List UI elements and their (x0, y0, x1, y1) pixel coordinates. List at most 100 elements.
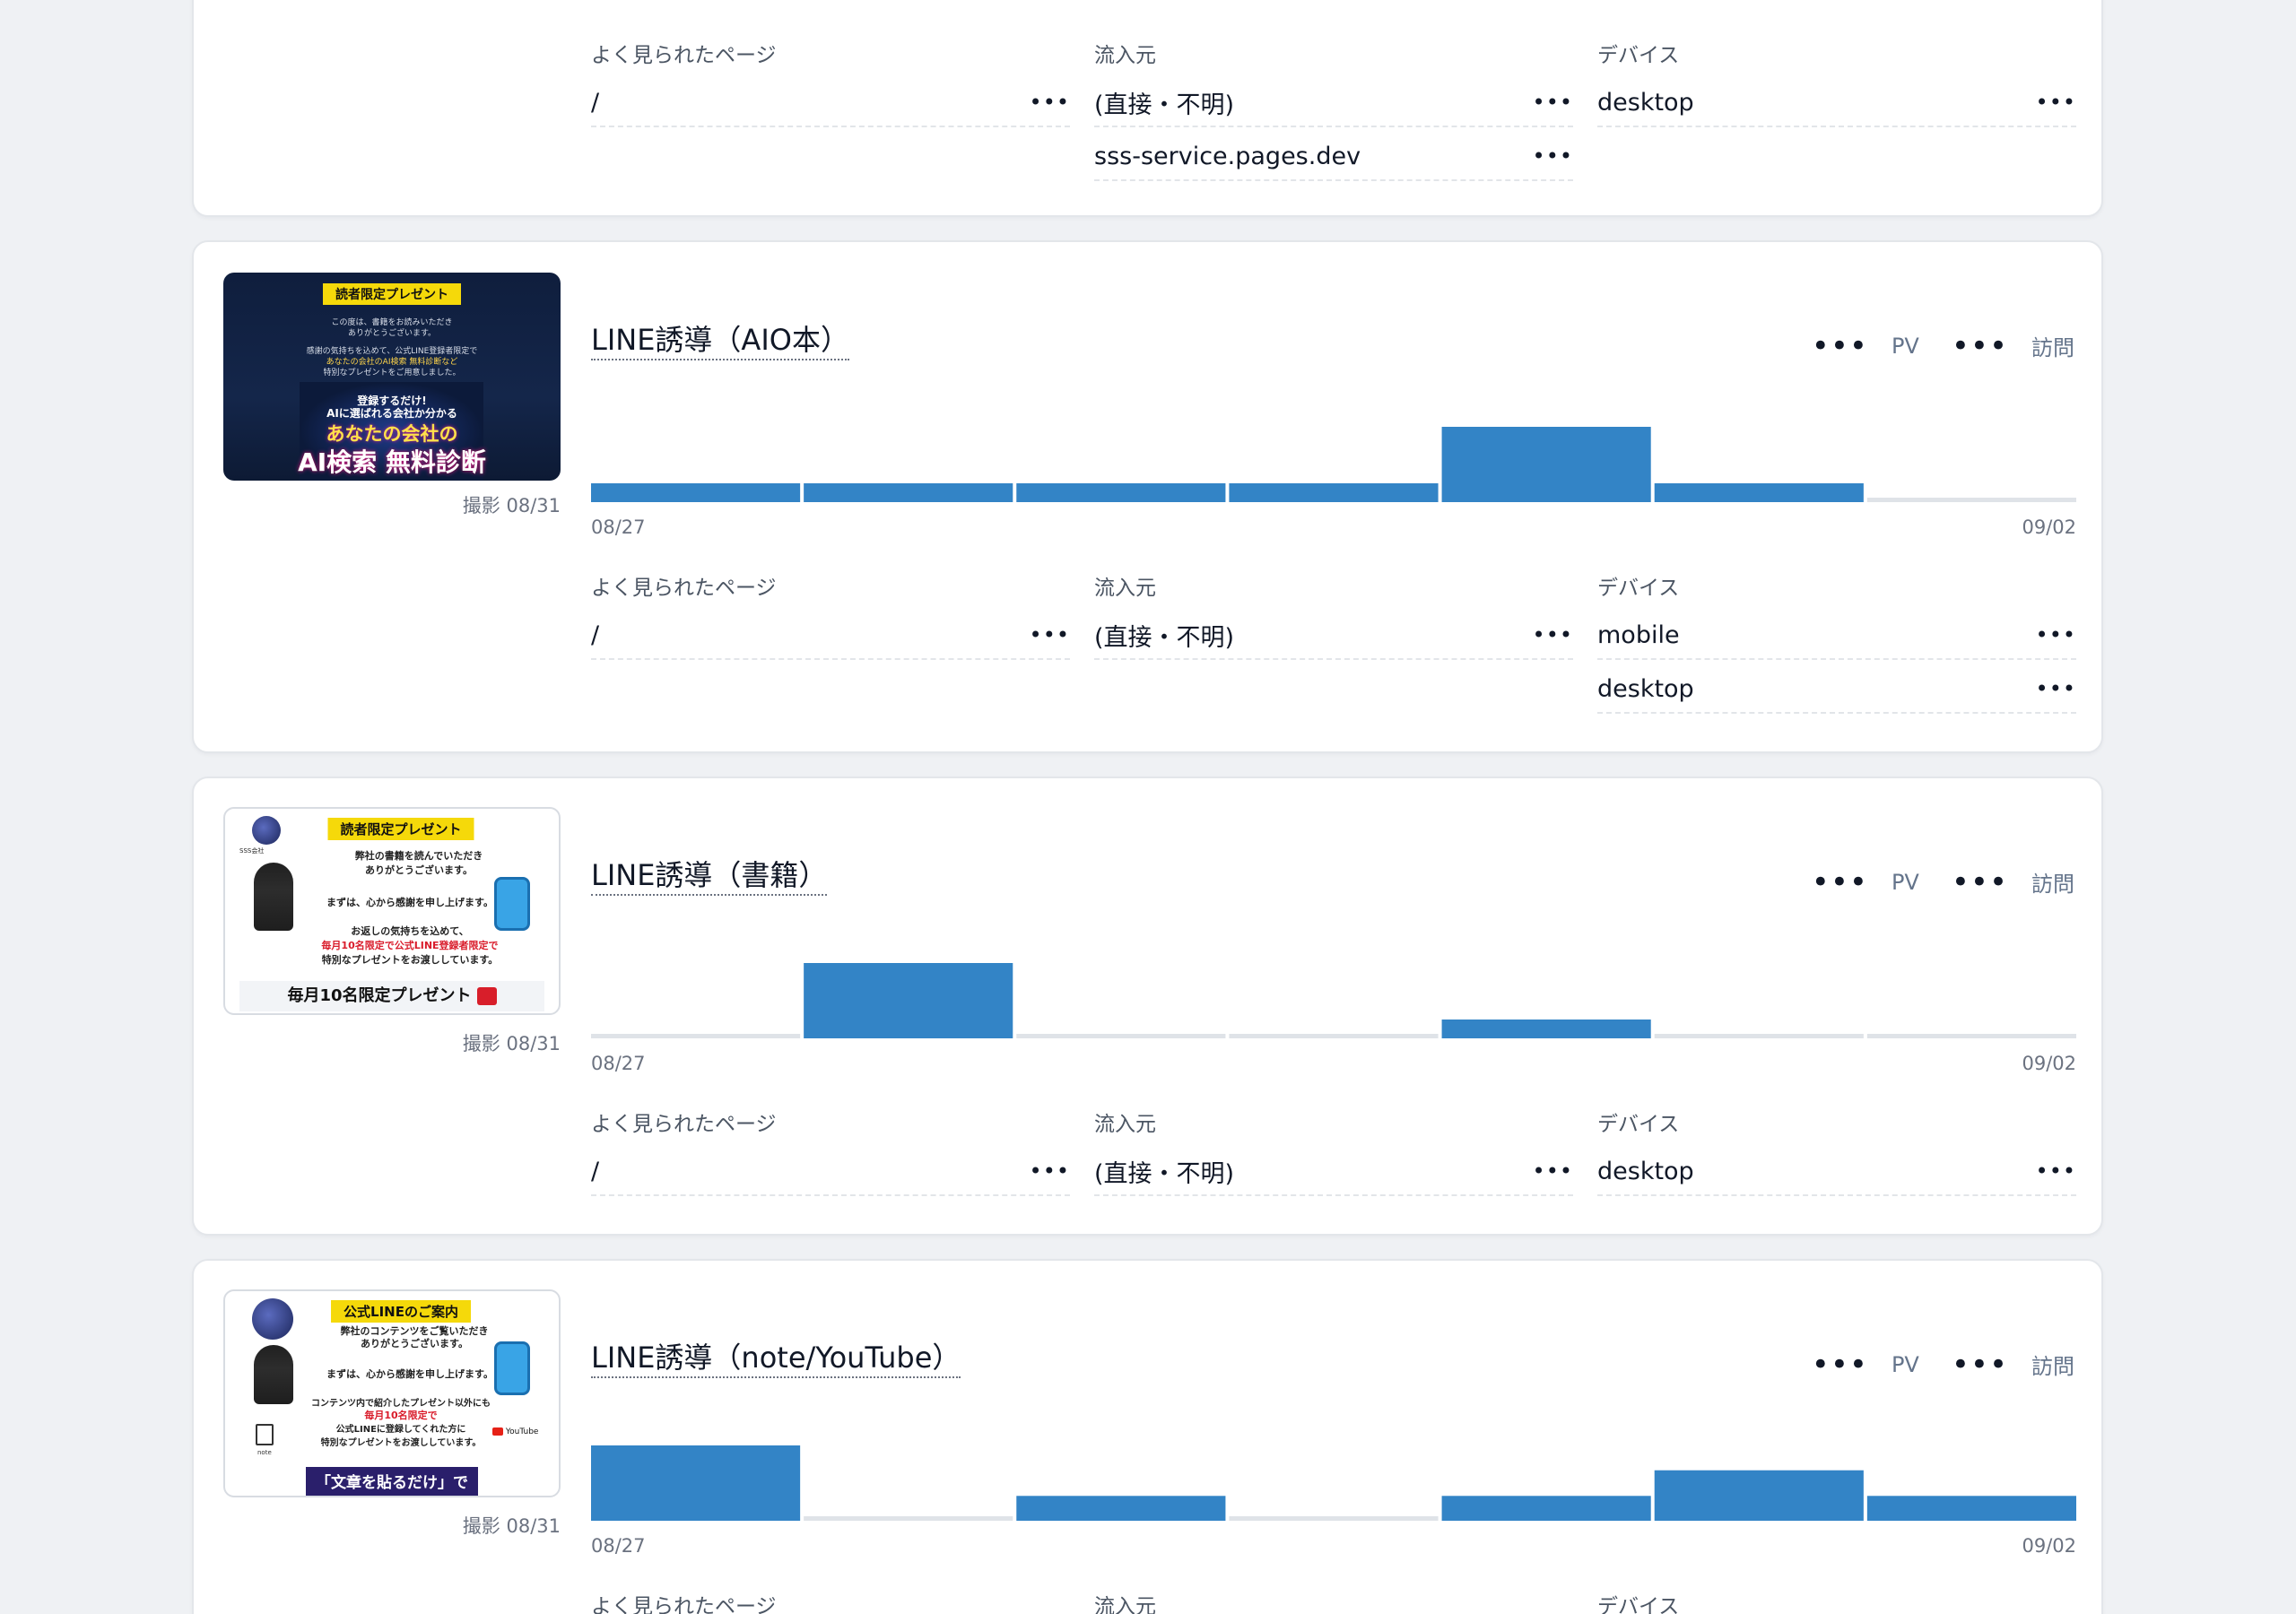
bar-chart-svg (591, 1445, 2076, 1521)
chart-bar[interactable] (591, 483, 801, 502)
chart-bar[interactable] (1016, 483, 1226, 502)
pv-label: PV (1891, 869, 1919, 895)
page-thumbnail[interactable]: SSS会社 読者限定プレゼント 弊社の書籍を読んでいただき ありがとうございます… (223, 807, 561, 1015)
thumbnail-text-line: 弊社の書籍を読んでいただき (354, 850, 483, 862)
list-item[interactable]: desktop ••• (1597, 74, 2076, 127)
list-item[interactable]: mobile ••• (1597, 606, 2076, 660)
thumbnail-badge: 公式LINEのご案内 (331, 1300, 471, 1323)
pv-value[interactable]: ••• (1812, 1349, 1868, 1380)
page-card-note-youtube: 公式LINEのご案内 弊社のコンテンツをご覧いただき ありがとうございます。 ま… (192, 1259, 2103, 1614)
chart-bar[interactable] (1441, 1020, 1651, 1038)
section-title-pages: よく見られたページ (591, 1595, 777, 1614)
chart-bar[interactable] (1441, 1496, 1651, 1521)
chart-bar[interactable] (804, 1516, 1013, 1521)
chart-bar[interactable] (1866, 1496, 2076, 1521)
chart-bar[interactable] (804, 963, 1013, 1038)
visits-value[interactable]: ••• (1952, 867, 2008, 898)
pv-value[interactable]: ••• (1812, 867, 1868, 898)
list-item-label: desktop (1597, 1157, 1694, 1185)
section-title-devices: デバイス (1597, 1113, 1680, 1136)
chart-bar[interactable] (1229, 1034, 1439, 1038)
page-thumbnail[interactable]: 読者限定プレゼント この度は、書籍をお読みいただき ありがとうございます。 感謝… (223, 273, 561, 481)
page-card-aio: 読者限定プレゼント この度は、書籍をお読みいただき ありがとうございます。 感謝… (192, 240, 2103, 753)
chart-bar[interactable] (1654, 483, 1864, 502)
chart-start-date: 08/27 (591, 516, 646, 538)
list-item[interactable]: (直接・不明) ••• (1094, 74, 1573, 127)
chart-bar[interactable] (1654, 1034, 1864, 1038)
more-options-icon[interactable]: ••• (1533, 90, 1573, 115)
chart-bar[interactable] (1866, 498, 2076, 502)
more-options-icon[interactable]: ••• (1533, 143, 1573, 169)
list-item-label: sss-service.pages.dev (1094, 142, 1361, 170)
list-item[interactable]: desktop ••• (1597, 660, 2076, 714)
pv-value[interactable]: ••• (1812, 331, 1868, 361)
thumbnail-text-line: コンテンツ内で紹介したプレゼント以外にも (311, 1399, 491, 1409)
more-options-icon[interactable]: ••• (2036, 676, 2076, 701)
section-title-devices: デバイス (1597, 577, 1680, 600)
sources-section: 流入元 (直接・不明) ••• (1094, 570, 1573, 660)
thumbnail-callout: AIに選ばれる会社か分かる (326, 407, 457, 420)
page-title[interactable]: LINE誘導（書籍） (591, 858, 828, 896)
section-title-sources: 流入元 (1094, 1595, 1156, 1614)
more-options-icon[interactable]: ••• (2036, 622, 2076, 647)
chart-bar[interactable] (1229, 483, 1439, 502)
chart-bar[interactable] (1654, 1470, 1864, 1521)
chart-bar[interactable] (1016, 1496, 1226, 1521)
visits-value[interactable]: ••• (1952, 331, 2008, 361)
list-item[interactable]: (直接・不明) ••• (1094, 1142, 1573, 1196)
section-title-pages: よく見られたページ (591, 577, 777, 600)
list-item-label: desktop (1597, 674, 1694, 703)
list-item[interactable]: / ••• (591, 1142, 1070, 1196)
more-options-icon[interactable]: ••• (1533, 622, 1573, 647)
list-item[interactable]: / ••• (591, 74, 1070, 127)
more-options-icon[interactable]: ••• (1533, 1158, 1573, 1184)
list-item[interactable]: (直接・不明) ••• (1094, 606, 1573, 660)
list-item[interactable]: desktop ••• (1597, 1142, 2076, 1196)
list-item-label: / (591, 88, 600, 117)
thumbnail-text-line: 特別なプレゼントをお渡ししています。 (320, 1438, 482, 1448)
pv-label: PV (1891, 1351, 1919, 1377)
more-options-icon[interactable]: ••• (1030, 1158, 1070, 1184)
youtube-label: YouTube (505, 1427, 539, 1436)
chart-bar[interactable] (1441, 427, 1651, 502)
metrics-summary: ••• PV ••• 訪問 (1812, 1349, 2074, 1380)
thumbnail-headline: AI検索 無料診断 (298, 447, 486, 477)
list-item[interactable]: / ••• (591, 606, 1070, 660)
section-title-sources: 流入元 (1094, 44, 1156, 67)
chart-bar[interactable] (1016, 1034, 1226, 1038)
list-item[interactable]: sss-service.pages.dev ••• (1094, 127, 1573, 181)
more-options-icon[interactable]: ••• (1030, 622, 1070, 647)
chart-bar[interactable] (1866, 1034, 2076, 1038)
chart-start-date: 08/27 (591, 1535, 646, 1557)
chart-bar[interactable] (591, 1034, 801, 1038)
devices-section: デバイス (1597, 1589, 2076, 1614)
page-title[interactable]: LINE誘導（AIO本） (591, 323, 849, 360)
page-title[interactable]: LINE誘導（note/YouTube） (591, 1341, 961, 1378)
sources-section: 流入元 (直接・不明) ••• sss-service.pages.dev ••• (1094, 38, 1573, 181)
thumbnail-text-line: お返しの気持ちを込めて、 (351, 925, 469, 937)
chart-bar[interactable] (1229, 1516, 1439, 1521)
daily-bar-chart (591, 421, 2076, 502)
chart-bar[interactable] (591, 1445, 801, 1521)
sources-list: (直接・不明) ••• sss-service.pages.dev ••• (1094, 74, 1573, 181)
daily-bar-chart (591, 958, 2076, 1038)
thumbnail-banner-text: 毎月10名限定プレゼント (287, 986, 472, 1005)
page-thumbnail[interactable]: 公式LINEのご案内 弊社のコンテンツをご覧いただき ありがとうございます。 ま… (223, 1289, 561, 1497)
thumbnail-caption: 撮影 08/31 (462, 1033, 561, 1054)
more-options-icon[interactable]: ••• (2036, 1158, 2076, 1184)
metrics-summary: ••• PV ••• 訪問 (1812, 866, 2074, 898)
chart-bar[interactable] (804, 483, 1013, 502)
more-options-icon[interactable]: ••• (2036, 90, 2076, 115)
visits-value[interactable]: ••• (1952, 1349, 2008, 1380)
list-item-label: (直接・不明) (1094, 91, 1235, 119)
devices-section: デバイス desktop ••• (1597, 1106, 2076, 1196)
logo-icon (252, 816, 281, 845)
bar-chart-svg (591, 963, 2076, 1038)
sources-section: 流入元 (直接・不明) ••• (1094, 1106, 1573, 1196)
thumbnail-badge: 読者限定プレゼント (327, 818, 474, 840)
popular-pages-section: よく見られたページ / ••• (591, 1106, 1070, 1196)
chart-start-date: 08/27 (591, 1053, 646, 1074)
more-options-icon[interactable]: ••• (1030, 90, 1070, 115)
page-card-top: よく見られたページ / ••• 流入元 (直接・不明) ••• sss-service… (192, 0, 2103, 217)
thumbnail-text-line: ありがとうございます。 (347, 329, 437, 338)
